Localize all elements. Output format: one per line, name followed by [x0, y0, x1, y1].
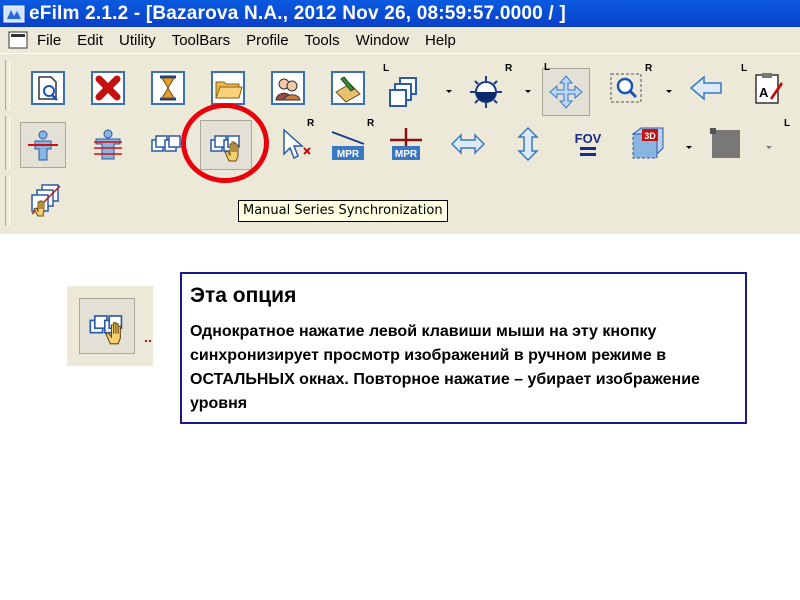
chevron-down-icon[interactable] [444, 86, 454, 96]
layout-button[interactable] [384, 72, 424, 112]
edit-report-button[interactable] [328, 68, 368, 108]
highlight-circle [181, 103, 269, 183]
wait-button[interactable] [148, 68, 188, 108]
efilm-app-icon[interactable] [3, 4, 25, 24]
fov-icon: FOV [575, 131, 602, 156]
toolbar-grip[interactable] [5, 60, 10, 110]
toolbar-area: L R L R A L R MPR R MPR FOV 3D L Manual … [0, 53, 800, 234]
annotation-button[interactable]: A [748, 68, 788, 108]
menu-window[interactable]: Window [356, 32, 409, 49]
cube-3d-icon: 3D [631, 127, 664, 159]
oblique-mpr-button[interactable]: MPR [328, 124, 368, 164]
chevron-down-icon[interactable] [523, 86, 533, 96]
users-icon [271, 71, 305, 105]
callout-body: Однократное нажатие левой клавиши мыши н… [190, 323, 700, 412]
crop-button[interactable] [706, 124, 746, 164]
horizontal-arrows-icon [450, 133, 486, 155]
menu-tools[interactable]: Tools [305, 32, 340, 49]
pointer-cross-icon [283, 128, 311, 160]
menu-bar: File Edit Utility ToolBars Profile Tools… [0, 27, 800, 53]
tooltip: Manual Series Synchronization [238, 200, 448, 222]
document-menu-icon[interactable] [7, 30, 29, 50]
auto-sync-button[interactable] [146, 124, 186, 164]
volume-3d-button[interactable]: 3D [628, 124, 668, 164]
menu-edit[interactable]: Edit [77, 32, 103, 49]
menu-toolbars[interactable]: ToolBars [172, 32, 230, 49]
gray-square-icon [710, 128, 740, 158]
shortcut-tag-r: R [505, 63, 513, 74]
magnifier-icon [610, 73, 642, 103]
toolbar-grip[interactable] [5, 176, 10, 226]
svg-text:A: A [759, 85, 769, 100]
mpr-label: MPR [395, 149, 418, 160]
sync-frames-icon [151, 135, 181, 152]
patients-button[interactable] [268, 68, 308, 108]
description-callout: Эта опция Однократное нажатие левой клав… [180, 272, 747, 424]
title-bar: eFilm 2.1.2 - [Bazarova N.A., 2012 Nov 2… [0, 0, 800, 27]
shortcut-tag-l: L [383, 63, 390, 74]
close-study-button[interactable] [88, 68, 128, 108]
hourglass-icon [151, 71, 185, 105]
button-zoom-thumbnail [67, 286, 153, 366]
callout-heading: Эта опция [190, 284, 297, 307]
search-document-icon [31, 71, 65, 105]
open-folder-button[interactable] [208, 68, 248, 108]
chevron-down-icon[interactable] [684, 142, 694, 152]
mpr-label: MPR [337, 149, 360, 160]
open-study-button[interactable] [28, 68, 68, 108]
sync-off-icon [31, 184, 61, 217]
body-lines-icon [94, 129, 122, 160]
fov-label: FOV [575, 131, 602, 146]
flip-horizontal-button[interactable] [448, 124, 488, 164]
shortcut-tag-l: L [544, 62, 551, 73]
menu-help[interactable]: Help [425, 32, 456, 49]
chevron-down-icon[interactable] [764, 142, 774, 152]
more-tools-button[interactable] [784, 124, 800, 164]
chevron-down-icon[interactable] [664, 86, 674, 96]
toolbar-grip[interactable] [5, 116, 10, 170]
threed-label: 3D [644, 131, 656, 141]
shortcut-tag-r: R [367, 118, 375, 129]
unsync-button[interactable] [26, 180, 66, 220]
folder-icon [211, 71, 245, 105]
arrow-left-icon [689, 75, 722, 101]
move-arrows-icon [549, 75, 583, 109]
zoom-button[interactable] [606, 68, 646, 108]
window-title: eFilm 2.1.2 - [Bazarova N.A., 2012 Nov 2… [29, 2, 566, 24]
scout-lines-button[interactable] [20, 122, 66, 168]
mpr-cross-icon: MPR [390, 128, 422, 160]
pan-button[interactable] [542, 68, 590, 116]
pointer-button[interactable] [276, 124, 316, 164]
pen-pad-icon [331, 71, 365, 105]
clipboard-pen-icon: A [755, 73, 783, 104]
stacked-frames-icon [389, 77, 417, 107]
body-scout-icon [28, 130, 58, 161]
hand-sync-icon [89, 315, 123, 345]
scout-all-button[interactable] [88, 124, 128, 164]
vertical-arrows-icon [517, 126, 539, 162]
menu-profile[interactable]: Profile [246, 32, 289, 49]
flip-vertical-button[interactable] [508, 124, 548, 164]
window-level-button[interactable] [466, 72, 506, 112]
mpr-oblique-icon: MPR [331, 131, 365, 160]
shortcut-tag-r: R [307, 118, 315, 129]
close-icon [91, 71, 125, 105]
shortcut-tag-l: L [741, 63, 748, 74]
red-dash-icon [145, 340, 153, 342]
window-level-icon [470, 76, 502, 108]
manual-series-sync-button-zoom [79, 298, 135, 354]
shortcut-tag-r: R [645, 63, 653, 74]
back-button[interactable] [686, 68, 726, 108]
field-of-view-button[interactable]: FOV [568, 124, 608, 164]
orthogonal-mpr-button[interactable]: MPR [386, 124, 426, 164]
menu-file[interactable]: File [37, 32, 61, 49]
menu-utility[interactable]: Utility [119, 32, 156, 49]
